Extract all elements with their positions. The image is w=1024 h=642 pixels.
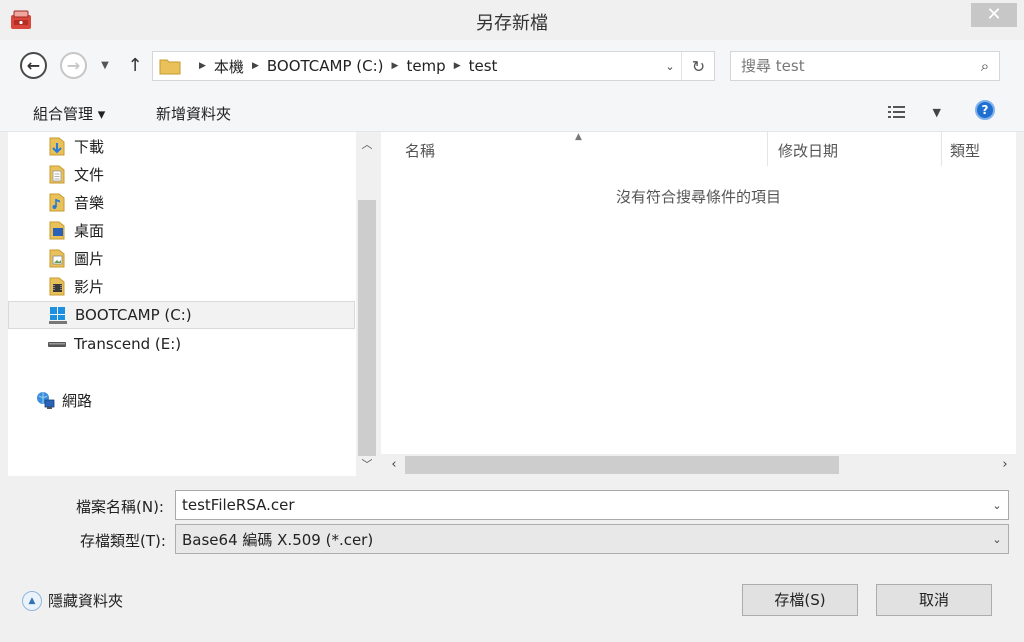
window-title: 另存新檔	[476, 13, 548, 34]
file-list: ▲ 名稱 修改日期 類型 沒有符合搜尋條件的項目 ‹ ›	[381, 132, 1016, 476]
navigation-pane-scrollbar[interactable]: ︿ ﹀	[356, 132, 378, 476]
command-toolbar: 組合管理 ▾ 新增資料夾 ▼	[0, 92, 1024, 132]
address-history-dropdown[interactable]: ⌄	[659, 52, 681, 80]
chevron-down-icon: ⌄	[665, 59, 675, 73]
sidebar-item-label: BOOTCAMP (C:)	[75, 306, 192, 324]
breadcrumb-separator-icon[interactable]: ▶	[454, 61, 461, 71]
sidebar-item-desktop[interactable]: 桌面	[46, 216, 104, 244]
folder-icon	[159, 59, 181, 75]
refresh-button[interactable]: ↻	[681, 52, 715, 80]
arrow-left-icon: ←	[26, 56, 41, 75]
column-divider[interactable]	[941, 132, 942, 166]
breadcrumb-separator-icon[interactable]: ▶	[252, 61, 259, 71]
sidebar-item-label: 文件	[74, 165, 105, 184]
videos-folder-icon	[49, 277, 65, 296]
arrow-right-icon: →	[66, 56, 81, 75]
filename-input[interactable]	[176, 492, 986, 518]
sidebar-item-network[interactable]: 網路	[34, 386, 92, 414]
cancel-button[interactable]: 取消	[876, 584, 992, 616]
column-header-date-modified[interactable]: 修改日期	[778, 132, 838, 168]
windows-drive-icon	[49, 307, 67, 324]
up-button[interactable]: ↑	[124, 53, 146, 77]
filetype-select[interactable]: Base64 編碼 X.509 (*.cer) ⌄	[175, 524, 1009, 554]
sidebar-item-pictures[interactable]: 圖片	[46, 244, 104, 272]
back-button[interactable]: ←	[20, 52, 47, 79]
column-header-name[interactable]: 名稱	[405, 132, 435, 168]
filetype-selected-value: Base64 編碼 X.509 (*.cer)	[182, 530, 374, 549]
sidebar-item-label: 網路	[62, 391, 93, 410]
breadcrumb-separator-icon[interactable]: ▶	[392, 61, 399, 71]
music-folder-icon	[49, 193, 65, 212]
sidebar-item-downloads[interactable]: 下載	[46, 132, 104, 160]
refresh-icon: ↻	[691, 56, 706, 76]
breadcrumb-bootcamp[interactable]: BOOTCAMP (C:)	[267, 57, 384, 75]
empty-folder-message: 沒有符合搜尋條件的項目	[615, 188, 781, 206]
column-divider[interactable]	[767, 132, 768, 166]
scrollbar-thumb[interactable]	[405, 456, 839, 474]
sidebar-item-label: 音樂	[74, 193, 105, 212]
search-input[interactable]	[731, 53, 971, 79]
sidebar-item-bootcamp-drive[interactable]: BOOTCAMP (C:)	[8, 301, 355, 329]
sort-ascending-icon: ▲	[575, 132, 582, 142]
address-bar[interactable]: ▶ 本機 ▶ BOOTCAMP (C:) ▶ temp ▶ test ⌄ ↻	[152, 51, 715, 81]
file-list-horizontal-scrollbar[interactable]: ‹ ›	[381, 454, 1016, 476]
sidebar-item-label: Transcend (E:)	[74, 335, 182, 353]
column-header-type[interactable]: 類型	[950, 132, 980, 168]
recent-locations-button[interactable]: ▼	[96, 54, 114, 76]
organize-menu-button[interactable]: 組合管理 ▾	[33, 103, 105, 124]
navigation-pane: 下載 文件 音樂 桌面 圖片 影片 BOOTCAMP (C:) Transcen…	[8, 132, 378, 476]
scrollbar-thumb[interactable]	[358, 200, 376, 456]
sidebar-item-music[interactable]: 音樂	[46, 188, 104, 216]
close-button[interactable]: ✕	[971, 3, 1017, 27]
sidebar-item-documents[interactable]: 文件	[46, 160, 104, 188]
sidebar-item-label: 圖片	[74, 249, 105, 268]
desktop-folder-icon	[49, 221, 65, 240]
chevron-down-icon: ▼	[101, 59, 109, 71]
removable-drive-icon	[48, 342, 66, 347]
scroll-right-icon[interactable]: ›	[994, 454, 1016, 476]
filetype-label: 存檔類型(T):	[80, 532, 166, 550]
network-icon	[37, 392, 55, 409]
hide-folders-toggle[interactable]: ▲ 隱藏資料夾	[22, 590, 123, 611]
search-icon[interactable]: ⌕	[971, 57, 999, 75]
breadcrumb-separator-icon[interactable]: ▶	[199, 61, 206, 71]
chevron-down-icon[interactable]: ⌄	[986, 499, 1008, 512]
scroll-left-icon[interactable]: ‹	[383, 454, 405, 476]
sidebar-item-transcend-drive[interactable]: Transcend (E:)	[46, 330, 181, 358]
chevron-up-icon: ▲	[22, 590, 42, 611]
new-folder-button[interactable]: 新增資料夾	[156, 103, 231, 124]
sidebar-item-videos[interactable]: 影片	[46, 272, 104, 300]
documents-folder-icon	[49, 165, 65, 184]
scroll-up-icon[interactable]: ︿	[356, 134, 378, 156]
arrow-up-icon: ↑	[127, 54, 143, 76]
hide-folders-label: 隱藏資料夾	[48, 592, 124, 610]
scroll-down-icon[interactable]: ﹀	[356, 454, 378, 476]
breadcrumb-test[interactable]: test	[469, 57, 498, 75]
filename-combobox: ⌄	[175, 490, 1009, 520]
chevron-down-icon: ▼	[932, 105, 941, 119]
sidebar-item-label: 影片	[74, 277, 105, 296]
navigation-bar: ← → ▼ ↑ ▶ 本機 ▶ BOOTCAMP (C:) ▶ temp ▶ te…	[0, 40, 1024, 92]
save-button[interactable]: 存檔(S)	[742, 584, 858, 616]
help-button[interactable]: ?	[975, 100, 995, 120]
breadcrumb-temp[interactable]: temp	[406, 57, 445, 75]
search-box: ⌕	[730, 51, 1000, 81]
filename-label: 檔案名稱(N):	[76, 498, 164, 516]
breadcrumb-this-pc[interactable]: 本機	[214, 56, 244, 77]
sidebar-item-label: 下載	[74, 137, 105, 156]
sidebar-item-label: 桌面	[74, 221, 105, 240]
change-view-button[interactable]: ▼	[887, 100, 941, 124]
chevron-down-icon: ⌄	[992, 532, 1002, 546]
downloads-folder-icon	[49, 137, 65, 156]
pictures-folder-icon	[49, 249, 65, 268]
title-bar: 另存新檔 ✕	[0, 0, 1024, 40]
forward-button[interactable]: →	[60, 52, 87, 79]
details-view-icon	[888, 106, 905, 118]
